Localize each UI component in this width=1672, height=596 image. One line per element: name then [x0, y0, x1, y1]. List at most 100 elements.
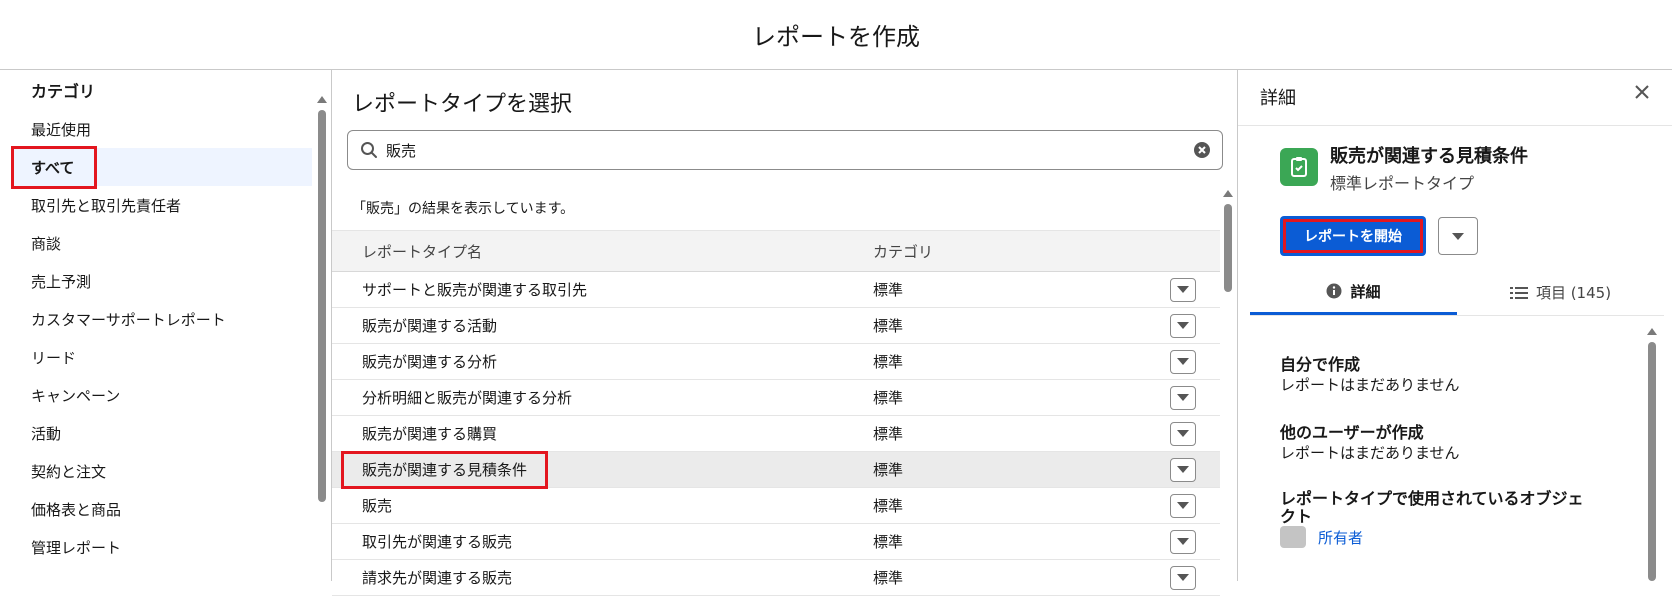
row-menu-button[interactable]: [1170, 313, 1196, 338]
chevron-down-icon: [1177, 322, 1189, 329]
category-item-admin-reports[interactable]: 管理レポート: [14, 528, 312, 566]
category-item-all[interactable]: すべて: [10, 145, 312, 189]
chevron-down-icon: [1177, 430, 1189, 437]
table-row[interactable]: 請求先が関連する販売 標準: [332, 560, 1220, 596]
scroll-up-arrow[interactable]: [1223, 190, 1233, 197]
table-header: レポートタイプ名 カテゴリ: [332, 230, 1220, 272]
report-type-table: レポートタイプ名 カテゴリ サポートと販売が関連する取引先 標準 販売が関連する…: [332, 230, 1220, 596]
clear-icon[interactable]: [1182, 141, 1222, 159]
row-menu-button[interactable]: [1170, 385, 1196, 410]
scroll-thumb[interactable]: [1648, 342, 1656, 581]
owner-object: 所有者: [1280, 526, 1363, 548]
page-title: レポートを作成: [752, 23, 920, 51]
column-header-category[interactable]: カテゴリ: [873, 241, 1220, 262]
close-icon[interactable]: [1634, 84, 1650, 104]
row-category: 標準: [873, 317, 904, 335]
scroll-thumb[interactable]: [1224, 204, 1232, 292]
row-name: 販売: [362, 497, 393, 515]
row-menu-button[interactable]: [1170, 421, 1196, 446]
owner-link[interactable]: 所有者: [1318, 527, 1363, 548]
report-type-icon: [1280, 148, 1318, 186]
section-title: 他のユーザーが作成: [1280, 423, 1424, 442]
section-created-by-others: 他のユーザーが作成 レポートはまだありません: [1280, 424, 1620, 463]
chevron-down-icon: [1177, 538, 1189, 545]
details-title: 詳細: [1260, 88, 1296, 109]
section-created-by-me: 自分で作成 レポートはまだありません: [1280, 356, 1620, 395]
tab-details[interactable]: 詳細: [1250, 270, 1457, 315]
chevron-down-icon: [1177, 574, 1189, 581]
category-item-opportunities[interactable]: 商談: [14, 224, 312, 262]
search-icon: [348, 141, 382, 159]
row-category: 標準: [873, 425, 904, 443]
tab-fields[interactable]: 項目 (145): [1457, 270, 1664, 315]
chevron-down-icon: [1452, 232, 1464, 240]
row-menu-button[interactable]: [1170, 493, 1196, 518]
table-row[interactable]: 販売が関連する分析 標準: [332, 344, 1220, 380]
object-name: 販売が関連する見積条件: [1330, 146, 1528, 167]
row-menu-button[interactable]: [1170, 565, 1196, 590]
scroll-thumb[interactable]: [318, 110, 326, 502]
section-text: レポートはまだありません: [1280, 444, 1460, 462]
section-title: 自分で作成: [1280, 355, 1361, 374]
scroll-up-arrow[interactable]: [1647, 328, 1657, 335]
row-category: 標準: [873, 389, 904, 407]
object-type: 標準レポートタイプ: [1330, 174, 1475, 193]
start-report-button[interactable]: レポートを開始: [1280, 216, 1426, 256]
table-row[interactable]: 販売 標準: [332, 488, 1220, 524]
search-box[interactable]: 販売: [347, 130, 1223, 170]
row-category: 標準: [873, 533, 904, 551]
row-category: 標準: [873, 497, 904, 515]
scroll-up-arrow[interactable]: [317, 96, 327, 103]
table-row[interactable]: 販売が関連する活動 標準: [332, 308, 1220, 344]
category-item-activities[interactable]: 活動: [14, 414, 312, 452]
section-title: レポートタイプで使用されているオブジェクト: [1280, 489, 1584, 526]
category-item-leads[interactable]: リード: [14, 338, 312, 376]
category-item-accounts-contacts[interactable]: 取引先と取引先責任者: [14, 186, 312, 224]
row-menu-button[interactable]: [1170, 277, 1196, 302]
chevron-down-icon: [1177, 394, 1189, 401]
category-item-pricebooks-products[interactable]: 価格表と商品: [14, 490, 312, 528]
info-icon: [1326, 283, 1342, 299]
details-tabs: 詳細 項目 (145): [1250, 270, 1664, 316]
row-menu-button[interactable]: [1170, 349, 1196, 374]
row-name: 請求先が関連する販売: [362, 569, 513, 587]
column-header-name[interactable]: レポートタイプ名: [332, 241, 873, 262]
table-row[interactable]: 販売が関連する購買 標準: [332, 416, 1220, 452]
row-name: 取引先が関連する販売: [362, 533, 513, 551]
details-header: 詳細: [1238, 70, 1672, 126]
table-row-selected[interactable]: 販売が関連する見積条件 標準: [332, 451, 1220, 489]
details-panel: 詳細 販売が関連する見積条件 標準レポートタイプ レポートを開始 詳細 項目 (…: [1238, 70, 1672, 581]
object-icon: [1280, 526, 1306, 548]
category-item-recent[interactable]: 最近使用: [14, 110, 312, 148]
result-message: 「販売」の結果を表示しています。: [352, 201, 575, 217]
category-item-forecasts[interactable]: 売上予測: [14, 262, 312, 300]
chevron-down-icon: [1177, 466, 1189, 473]
category-item-campaigns[interactable]: キャンペーン: [14, 376, 312, 414]
section-text: レポートはまだありません: [1280, 376, 1460, 394]
table-row[interactable]: 取引先が関連する販売 標準: [332, 524, 1220, 560]
row-name: 販売が関連する購買: [362, 425, 498, 443]
category-scrollbar[interactable]: [317, 96, 327, 581]
category-panel: カテゴリ 最近使用 すべて 取引先と取引先責任者 商談 売上予測 カスタマーサポ…: [0, 70, 332, 581]
category-item-customer-support[interactable]: カスタマーサポートレポート: [14, 300, 312, 338]
report-list-scrollbar[interactable]: [1223, 190, 1233, 581]
category-heading: カテゴリ: [31, 82, 96, 101]
row-category: 標準: [873, 281, 904, 299]
section-objects-used: レポートタイプで使用されているオブジェクト: [1280, 490, 1598, 526]
table-row[interactable]: サポートと販売が関連する取引先 標準: [332, 272, 1220, 308]
category-item-contracts-orders[interactable]: 契約と注文: [14, 452, 312, 490]
more-actions-button[interactable]: [1438, 217, 1478, 255]
row-name: 分析明細と販売が関連する分析: [362, 389, 573, 407]
row-name: サポートと販売が関連する取引先: [362, 281, 588, 299]
details-scrollbar[interactable]: [1647, 328, 1657, 581]
chevron-down-icon: [1177, 286, 1189, 293]
row-category: 標準: [873, 353, 904, 371]
report-type-title: レポートタイプを選択: [352, 92, 573, 117]
search-input[interactable]: 販売: [382, 140, 1182, 161]
row-menu-button[interactable]: [1170, 457, 1196, 482]
category-list: 最近使用 すべて 取引先と取引先責任者 商談 売上予測 カスタマーサポートレポー…: [10, 110, 312, 566]
row-menu-button[interactable]: [1170, 529, 1196, 554]
table-row[interactable]: 分析明細と販売が関連する分析 標準: [332, 380, 1220, 416]
report-type-panel: レポートタイプを選択 販売 「販売」の結果を表示しています。 レポートタイプ名 …: [332, 70, 1238, 596]
row-name: 販売が関連する活動: [362, 317, 498, 335]
